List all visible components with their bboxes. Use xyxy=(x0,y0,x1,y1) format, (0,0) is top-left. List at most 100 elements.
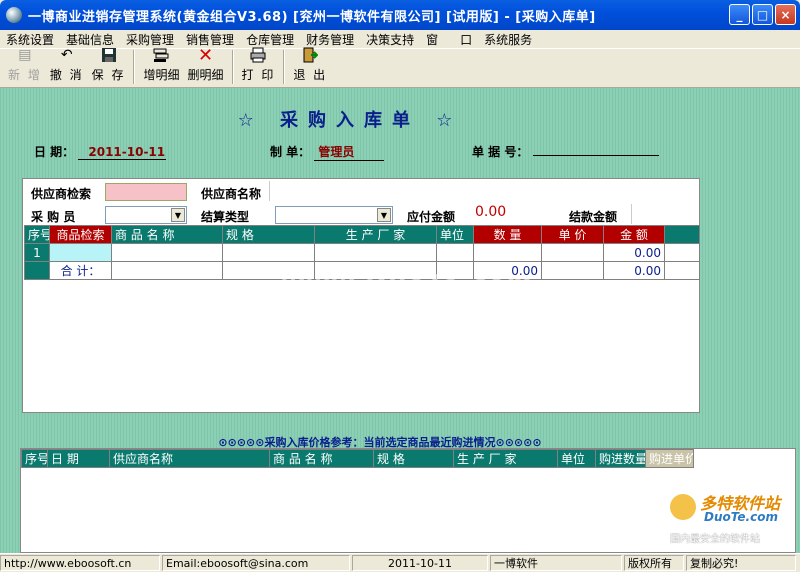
col-amount: 金 额 xyxy=(603,225,665,244)
new-doc-icon: ▤ xyxy=(18,47,32,63)
mascot-icon xyxy=(670,494,696,520)
document-area: ☆ 采购入库单 ☆ 日 期： 2011-10-11 制 单： 管理员 单 据 号… xyxy=(0,88,800,553)
ref-col-price: 购进单价 xyxy=(645,449,694,468)
reference-table: 序号 日 期 供应商名称 商 品 名 称 规 格 生 产 厂 家 单位 购进数量… xyxy=(21,449,795,468)
menu-system-settings[interactable]: 系统设置 xyxy=(6,31,54,48)
buyer-select[interactable]: ▼ xyxy=(105,206,187,224)
qty-cell[interactable] xyxy=(473,243,542,262)
spec-cell[interactable] xyxy=(222,243,315,262)
menu-purchase[interactable]: 采购管理 xyxy=(126,31,174,48)
print-button[interactable]: 打 印 xyxy=(238,46,280,87)
menu-window-1[interactable]: 窗 xyxy=(426,31,438,48)
supplier-name-input[interactable] xyxy=(269,181,699,201)
status-copy: 复制必究! xyxy=(686,555,796,571)
col-unit: 单位 xyxy=(436,225,474,244)
menu-system-service[interactable]: 系统服务 xyxy=(484,31,532,48)
add-detail-button[interactable]: 增明细 xyxy=(139,46,183,87)
date-value[interactable]: 2011-10-11 xyxy=(78,145,167,160)
undo-icon: ↶ xyxy=(60,47,73,63)
undo-button[interactable]: ↶ 撤 消 xyxy=(46,46,88,87)
unit-cell[interactable] xyxy=(436,243,474,262)
toolbar: ▤ 新 增 ↶ 撤 消 保 存 增明细 ✕ 删明细 打 印 退 出 xyxy=(0,44,800,88)
payable-label: 应付金额 xyxy=(407,210,456,224)
row-number: 1 xyxy=(24,243,50,262)
product-name-cell[interactable] xyxy=(111,243,223,262)
window-title: 一博商业进销存管理系统(黄金组合V3.68) [兖州一博软件有限公司] [试用版… xyxy=(28,9,596,25)
maximize-button[interactable]: □ xyxy=(752,4,773,25)
payable-value: 0.00 xyxy=(475,204,507,220)
table-row[interactable]: 1 0.00 xyxy=(24,243,700,262)
status-date: 2011-10-11 xyxy=(352,555,488,571)
save-button[interactable]: 保 存 xyxy=(88,46,130,87)
menu-window-2[interactable]: 口 xyxy=(460,31,472,48)
delete-x-icon: ✕ xyxy=(197,44,214,66)
buyer-label: 采 购 员 xyxy=(31,210,76,224)
settle-type-label: 结算类型 xyxy=(201,210,250,224)
ref-col-maker: 生 产 厂 家 xyxy=(453,449,558,468)
title-bar: 一博商业进销存管理系统(黄金组合V3.68) [兖州一博软件有限公司] [试用版… xyxy=(0,0,800,30)
col-qty: 数 量 xyxy=(473,225,542,244)
col-maker: 生 产 厂 家 xyxy=(314,225,437,244)
maker-label: 制 单： xyxy=(270,145,311,159)
minimize-button[interactable]: _ xyxy=(729,4,750,25)
date-label: 日 期： xyxy=(34,145,75,159)
supplier-search-input[interactable] xyxy=(105,183,187,201)
save-icon xyxy=(100,46,118,64)
ref-col-qty: 购进数量 xyxy=(595,449,646,468)
status-rights: 版权所有 xyxy=(624,555,684,571)
watermark-text: www.DuoTe.com xyxy=(280,270,534,300)
menu-warehouse[interactable]: 仓库管理 xyxy=(246,31,294,48)
ref-col-supplier: 供应商名称 xyxy=(109,449,270,468)
settle-amount-label: 结款金额 xyxy=(569,210,618,224)
ref-col-unit: 单位 xyxy=(557,449,596,468)
ref-col-date: 日 期 xyxy=(47,449,110,468)
maker-cell[interactable] xyxy=(314,243,437,262)
form-heading: ☆ 采购入库单 ☆ xyxy=(237,110,463,131)
date-field: 日 期： 2011-10-11 xyxy=(34,143,167,160)
price-cell[interactable] xyxy=(541,243,604,262)
maker-value[interactable]: 管理员 xyxy=(314,143,385,161)
amount-cell: 0.00 xyxy=(603,243,665,262)
col-filler xyxy=(664,225,700,244)
maker-field: 制 单： 管理员 xyxy=(270,143,385,161)
new-button[interactable]: ▤ 新 增 xyxy=(4,46,46,87)
ref-col-spec: 规 格 xyxy=(373,449,454,468)
exit-button[interactable]: 退 出 xyxy=(289,46,331,87)
menu-finance[interactable]: 财务管理 xyxy=(306,31,354,48)
chevron-down-icon[interactable]: ▼ xyxy=(377,208,391,222)
close-button[interactable]: × xyxy=(775,4,796,25)
supplier-search-label: 供应商检索 xyxy=(31,187,92,201)
toolbar-separator xyxy=(133,50,136,84)
status-company: 一博软件 xyxy=(490,555,622,571)
add-rows-icon xyxy=(152,46,170,64)
settle-amount-input[interactable] xyxy=(631,204,699,224)
supplier-name-label: 供应商名称 xyxy=(201,187,262,201)
exit-door-icon xyxy=(301,46,319,64)
printer-icon xyxy=(249,46,267,64)
menu-decision[interactable]: 决策支持 xyxy=(366,31,414,48)
ref-col-no: 序号 xyxy=(21,449,48,468)
table-header: 序号 商品检索 商 品 名 称 规 格 生 产 厂 家 单位 数 量 单 价 金… xyxy=(24,225,700,244)
product-search-cell[interactable] xyxy=(49,243,112,262)
total-label: 合 计： xyxy=(49,261,112,280)
col-no: 序号 xyxy=(24,225,50,244)
table-header: 序号 日 期 供应商名称 商 品 名 称 规 格 生 产 厂 家 单位 购进数量… xyxy=(21,449,795,468)
chevron-down-icon[interactable]: ▼ xyxy=(171,208,185,222)
doc-no-value[interactable] xyxy=(532,155,659,156)
status-url: http://www.eboosoft.cn xyxy=(0,555,160,571)
doc-no-label: 单 据 号： xyxy=(472,145,529,159)
toolbar-separator xyxy=(231,50,234,84)
settle-type-select[interactable]: ▼ xyxy=(275,206,393,224)
ref-col-product: 商 品 名 称 xyxy=(269,449,374,468)
doc-no-field: 单 据 号： xyxy=(472,143,659,160)
total-amount: 0.00 xyxy=(603,261,665,280)
status-email: Email:eboosoft@sina.com xyxy=(162,555,350,571)
toolbar-separator xyxy=(283,50,286,84)
app-icon xyxy=(6,7,22,23)
delete-detail-button[interactable]: ✕ 删明细 xyxy=(184,44,228,87)
col-spec: 规 格 xyxy=(222,225,315,244)
col-price: 单 价 xyxy=(541,225,604,244)
col-name: 商 品 名 称 xyxy=(111,225,223,244)
col-search: 商品检索 xyxy=(49,225,112,244)
menu-basic-info[interactable]: 基础信息 xyxy=(66,31,114,48)
